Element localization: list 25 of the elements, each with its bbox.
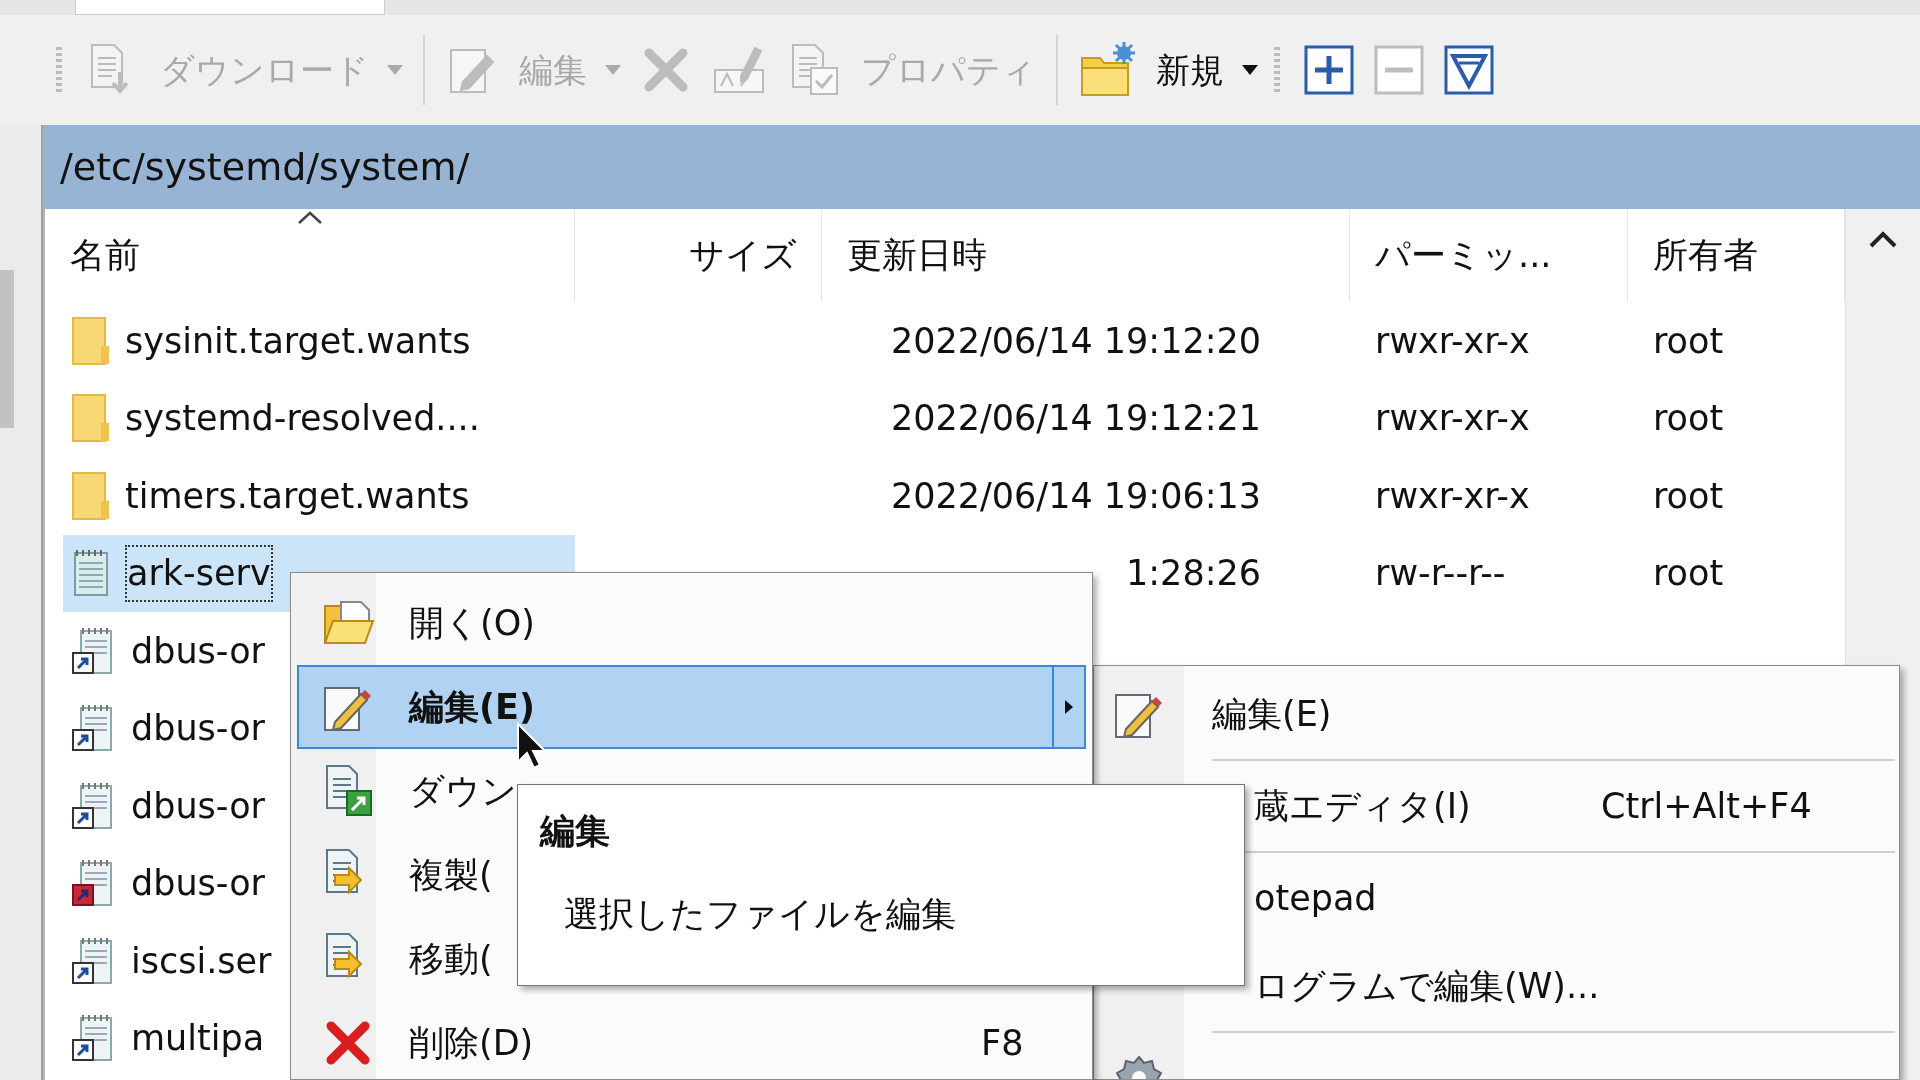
table-cell-text: rwxr-xr-x bbox=[1374, 397, 1531, 440]
table-cell-text: 2022/06/14 19:12:21 bbox=[889, 397, 1262, 440]
file-name: timers.target.wants bbox=[125, 474, 470, 518]
file-name: multipa bbox=[131, 1017, 265, 1060]
tooltip-title: 編集 bbox=[540, 810, 611, 853]
path-text: /etc/systemd/system/ bbox=[60, 143, 470, 191]
tooltip-text: 選択したファイルを編集 bbox=[564, 892, 957, 936]
table-cell-text: rw-r--r-- bbox=[1374, 552, 1507, 595]
file-name: dbus-or bbox=[131, 707, 265, 750]
file-name: iscsi.ser bbox=[131, 939, 272, 983]
table-cell-text: 1:28:26 bbox=[1125, 552, 1262, 595]
table-cell-text: root bbox=[1652, 319, 1725, 363]
file-name: dbus-or bbox=[131, 629, 265, 673]
table-cell-text: 2022/06/14 19:12:20 bbox=[889, 319, 1262, 363]
file-name: ark-serv bbox=[127, 547, 271, 600]
file-name: dbus-or bbox=[131, 862, 265, 905]
table-cell-text: root bbox=[1652, 552, 1725, 595]
table-cell-text: root bbox=[1652, 474, 1725, 518]
table-cell-text: rwxr-xr-x bbox=[1374, 474, 1531, 518]
file-name: systemd-resolved.... bbox=[125, 397, 480, 440]
table-cell-text: 2022/06/14 19:06:13 bbox=[889, 474, 1262, 518]
file-name: dbus-or bbox=[131, 784, 265, 828]
table-cell-text: rwxr-xr-x bbox=[1374, 319, 1531, 363]
file-name: sysinit.target.wants bbox=[125, 319, 471, 363]
table-cell-text: root bbox=[1652, 397, 1725, 440]
